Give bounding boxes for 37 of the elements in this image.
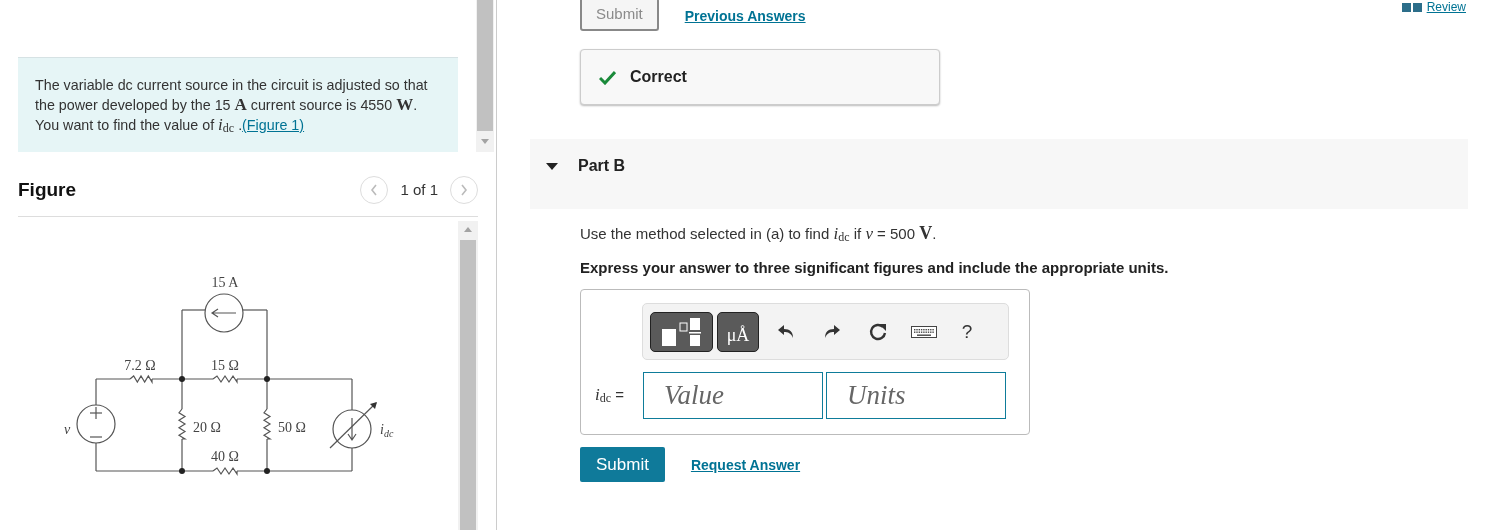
previous-answers-link[interactable]: Previous Answers (684, 7, 806, 24)
chevron-right-icon (460, 183, 468, 196)
book-icon (1400, 1, 1423, 13)
scrollbar[interactable] (476, 0, 494, 152)
value-field[interactable]: Value (643, 372, 823, 419)
scrollbar[interactable] (458, 221, 478, 530)
chevron-left-icon (370, 183, 379, 196)
caret-icon[interactable] (546, 163, 558, 171)
request-answer-link[interactable]: Request Answer (690, 456, 801, 473)
undo-icon (778, 323, 794, 340)
component-label: 15 Ω (211, 358, 239, 373)
component-label: 15 A (211, 275, 239, 290)
templates-button[interactable] (650, 311, 713, 352)
component-label: 40 Ω (211, 449, 239, 464)
review-link[interactable]: Review (1400, 0, 1466, 14)
figure-link[interactable]: (Figure 1) (242, 117, 305, 133)
figure-title: Figure (18, 178, 77, 201)
units-button[interactable]: μÅ (717, 311, 759, 352)
templates-icon (659, 316, 704, 347)
help-button[interactable]: ? (947, 311, 987, 352)
instruction-text: Express your answer to three significant figures and include the appropriate units. (580, 259, 1170, 276)
component-label: 7.2 Ω (124, 358, 156, 373)
question-text: Use the method selected in (a) to find i$_{dc}$ if v = 500 V. (580, 223, 938, 246)
problem-text: The variable dc current source in the circuit is adjusted so that the power developed by the 15 A current source is 4550 W. You want to find the value of i$_{dc}$ .(Figure 1) (18, 57, 458, 152)
page-counter: 1 of 1 (400, 181, 438, 198)
part-header[interactable]: Part B (530, 139, 1468, 209)
units-field[interactable]: Units (826, 372, 1006, 419)
component-label: 20 Ω (193, 420, 221, 435)
component-label: 50 Ω (278, 420, 306, 435)
feedback-text: Correct (630, 68, 687, 86)
submit-button[interactable]: Submit (580, 447, 665, 482)
redo-icon (824, 323, 840, 340)
reset-icon (868, 321, 888, 342)
component-label: v (63, 422, 71, 437)
answer-label: i$_{dc}$ = (595, 385, 625, 406)
component-label: i$_{dc}$ (380, 422, 394, 439)
keyboard-icon (911, 325, 937, 338)
